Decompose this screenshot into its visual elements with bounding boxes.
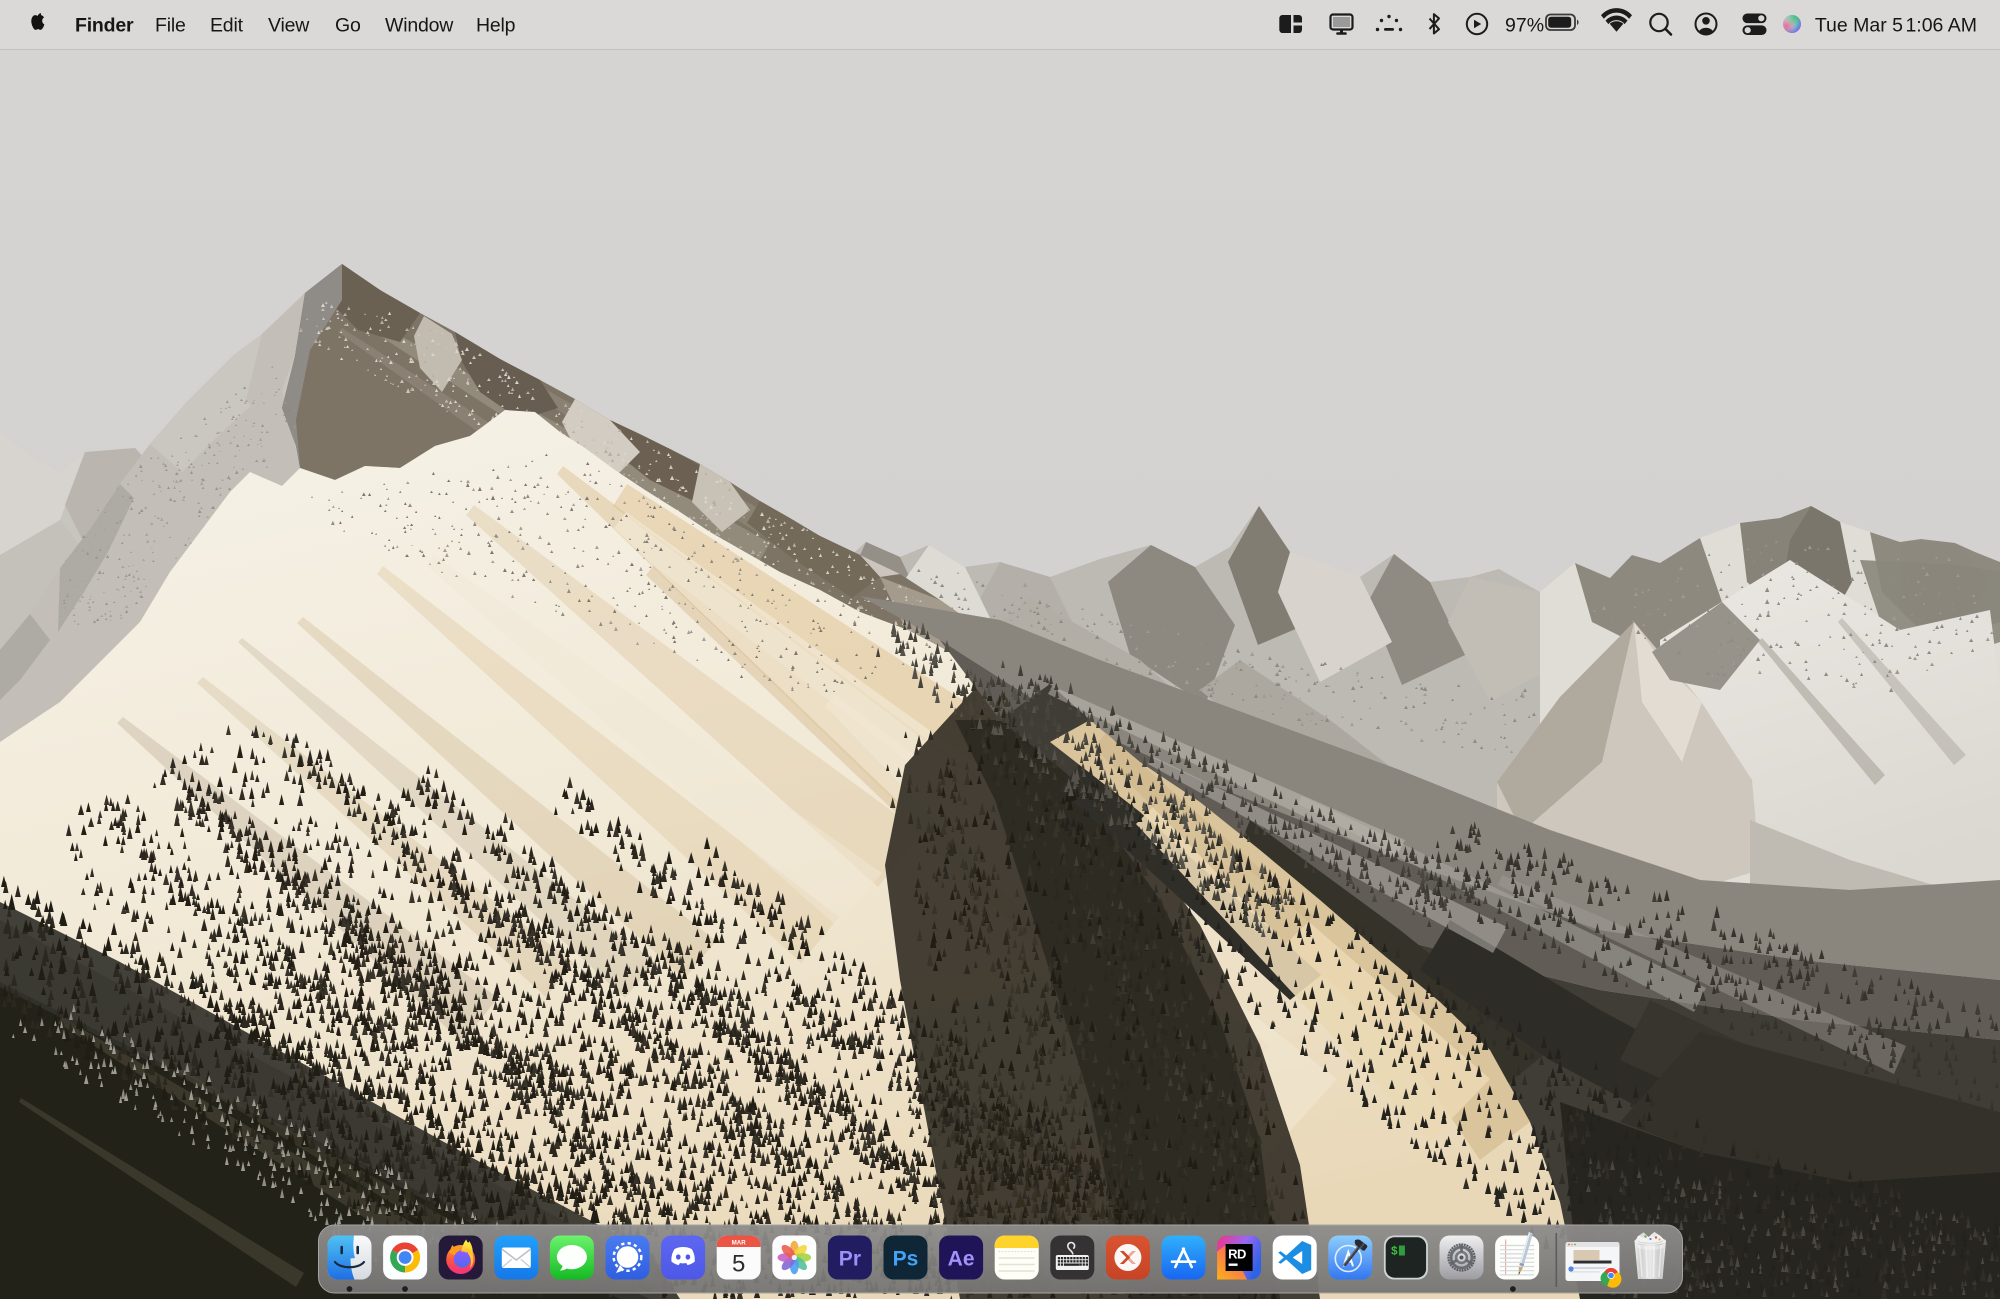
svg-text:Pr: Pr (839, 1248, 861, 1271)
svg-text:Go: Go (335, 15, 361, 37)
svg-text:View: View (268, 15, 310, 37)
svg-text:$: $ (1391, 1246, 1398, 1259)
svg-text:Ae: Ae (948, 1248, 975, 1271)
svg-text:97%: 97% (1505, 15, 1544, 37)
svg-text:Window: Window (385, 15, 454, 37)
svg-text:MAR: MAR (732, 1240, 747, 1247)
svg-text:Edit: Edit (210, 15, 244, 37)
svg-text:Ps: Ps (893, 1248, 919, 1271)
svg-text:Help: Help (476, 15, 516, 37)
svg-text:1:06 AM: 1:06 AM (1905, 15, 1977, 37)
svg-text:5: 5 (732, 1251, 745, 1278)
svg-text:Tue Mar 5: Tue Mar 5 (1815, 15, 1903, 37)
svg-text:RD: RD (1228, 1247, 1246, 1262)
svg-text:File: File (155, 15, 186, 37)
svg-text:Finder: Finder (75, 15, 134, 37)
